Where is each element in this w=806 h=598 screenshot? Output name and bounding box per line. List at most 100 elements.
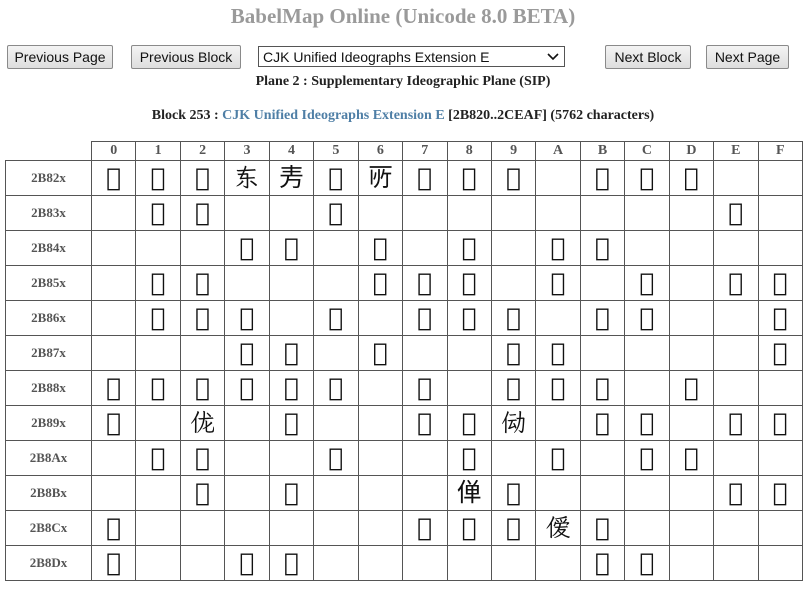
character-cell[interactable]: 𫡒 bbox=[179, 265, 226, 301]
next-block-button[interactable]: Next Block bbox=[605, 45, 691, 69]
character-cell[interactable]: 𫡄 bbox=[268, 230, 315, 266]
character-cell[interactable]: 𫢄 bbox=[268, 370, 315, 406]
character-cell[interactable]: 𫣈 bbox=[446, 510, 492, 546]
character-cell[interactable]: 𫠡 bbox=[135, 160, 181, 196]
character-cell[interactable]: 𫢀 bbox=[90, 370, 137, 406]
character-cell[interactable]: 𫢴 bbox=[268, 475, 315, 511]
character-cell[interactable]: 𫡫 bbox=[579, 300, 626, 336]
character-cell[interactable]: 𫢔 bbox=[268, 405, 315, 441]
character-cell[interactable]: 𫢙 bbox=[490, 405, 537, 441]
character-cell[interactable]: 𫡩 bbox=[490, 300, 537, 336]
character-cell[interactable]: 𫡶 bbox=[357, 335, 404, 371]
character-cell[interactable]: 𫢸 bbox=[446, 475, 492, 511]
character-cell[interactable]: 𫠦 bbox=[357, 160, 404, 196]
block-select[interactable]: CJK Unified Ideographs Extension E bbox=[258, 46, 565, 67]
character-cell[interactable]: 𫢾 bbox=[713, 475, 759, 511]
character-cell[interactable]: 𫢨 bbox=[446, 440, 492, 476]
character-cell[interactable]: 𫠣 bbox=[224, 160, 270, 196]
character-cell[interactable]: 𫢗 bbox=[402, 405, 448, 441]
next-page-button[interactable]: Next Page bbox=[706, 45, 789, 69]
character-cell[interactable]: 𫢒 bbox=[179, 405, 226, 441]
character-cell[interactable]: 𫠬 bbox=[624, 160, 670, 196]
character-cell[interactable]: 𫢂 bbox=[179, 370, 226, 406]
character-cell[interactable]: 𫠨 bbox=[446, 160, 492, 196]
character-cell[interactable]: 𫡋 bbox=[579, 230, 626, 266]
character-cell[interactable]: 𫡈 bbox=[446, 230, 492, 266]
character-cell[interactable]: 𫢊 bbox=[535, 370, 581, 406]
character-cell[interactable]: 𫢇 bbox=[402, 370, 448, 406]
character-cell[interactable]: 𫡡 bbox=[135, 300, 181, 336]
character-cell[interactable]: 𫡴 bbox=[268, 335, 315, 371]
character-cell[interactable]: 𫡊 bbox=[535, 230, 581, 266]
previous-page-button[interactable]: Previous Page bbox=[7, 45, 113, 69]
previous-block-button[interactable]: Previous Block bbox=[131, 45, 241, 69]
character-cell[interactable]: 𫠱 bbox=[135, 195, 181, 231]
character-cell[interactable]: 𫢐 bbox=[90, 405, 137, 441]
character-cell[interactable]: 𫡑 bbox=[135, 265, 181, 301]
character-cell[interactable]: 𫢛 bbox=[579, 405, 626, 441]
character-cell[interactable]: 𫡺 bbox=[535, 335, 581, 371]
character-cell[interactable]: 𫠭 bbox=[668, 160, 715, 196]
character-cell[interactable]: 𫢍 bbox=[668, 370, 715, 406]
character-cell[interactable]: 𫡢 bbox=[179, 300, 226, 336]
character-cell[interactable]: 𫣊 bbox=[535, 510, 581, 546]
character-cell[interactable]: 𫣔 bbox=[268, 545, 315, 581]
character-cell[interactable]: 𫣓 bbox=[224, 545, 270, 581]
character-cell[interactable]: 𫣋 bbox=[579, 510, 626, 546]
character-cell[interactable]: 𫣜 bbox=[624, 545, 670, 581]
character-cell[interactable]: 𫢥 bbox=[313, 440, 359, 476]
character-cell[interactable]: 𫢞 bbox=[713, 405, 759, 441]
character-cell[interactable]: 𫠵 bbox=[313, 195, 359, 231]
character-cell[interactable]: 𫠧 bbox=[402, 160, 448, 196]
character-cell[interactable]: 𫢲 bbox=[179, 475, 226, 511]
character-cell[interactable]: 𫢭 bbox=[668, 440, 715, 476]
character-cell[interactable]: 𫢹 bbox=[490, 475, 537, 511]
character-cell[interactable]: 𫡞 bbox=[713, 265, 759, 301]
character-cell[interactable]: 𫣐 bbox=[90, 545, 137, 581]
character-cell[interactable]: 𫡹 bbox=[490, 335, 537, 371]
character-cell[interactable]: 𫡃 bbox=[224, 230, 270, 266]
character-cell[interactable]: 𫢟 bbox=[757, 405, 804, 441]
character-cell[interactable]: 𫠢 bbox=[179, 160, 226, 196]
character-cell[interactable]: 𫢋 bbox=[579, 370, 626, 406]
block-info: Block 253 : CJK Unified Ideographs Exten… bbox=[0, 108, 806, 124]
block-name-link[interactable]: CJK Unified Ideographs Extension E bbox=[222, 108, 444, 123]
character-cell[interactable]: 𫣇 bbox=[402, 510, 448, 546]
character-cell[interactable]: 𫡜 bbox=[624, 265, 670, 301]
character-cell[interactable]: 𫢉 bbox=[490, 370, 537, 406]
character-cell[interactable]: 𫣛 bbox=[579, 545, 626, 581]
character-cell[interactable]: 𫡣 bbox=[224, 300, 270, 336]
character-cell[interactable]: 𫠤 bbox=[268, 160, 315, 196]
character-cell[interactable]: 𫡳 bbox=[224, 335, 270, 371]
character-cell[interactable]: 𫡘 bbox=[446, 265, 492, 301]
character-cell[interactable]: 𫢪 bbox=[535, 440, 581, 476]
character-cell[interactable]: 𫡿 bbox=[757, 335, 804, 371]
character-cell[interactable]: 𫠲 bbox=[179, 195, 226, 231]
character-cell[interactable]: 𫡖 bbox=[357, 265, 404, 301]
character-cell[interactable]: 𫣀 bbox=[90, 510, 137, 546]
character-cell[interactable]: 𫡬 bbox=[624, 300, 670, 336]
character-cell[interactable]: 𫠫 bbox=[579, 160, 626, 196]
character-cell[interactable]: 𫢜 bbox=[624, 405, 670, 441]
character-cell[interactable]: 𫢘 bbox=[446, 405, 492, 441]
character-cell[interactable]: 𫡧 bbox=[402, 300, 448, 336]
character-cell[interactable]: 𫢃 bbox=[224, 370, 270, 406]
character-cell[interactable]: 𫡚 bbox=[535, 265, 581, 301]
character-cell[interactable]: 𫠠 bbox=[90, 160, 137, 196]
character-cell[interactable]: 𫡨 bbox=[446, 300, 492, 336]
character-cell[interactable]: 𫠥 bbox=[313, 160, 359, 196]
character-cell[interactable]: 𫢁 bbox=[135, 370, 181, 406]
character-cell[interactable]: 𫡯 bbox=[757, 300, 804, 336]
character-cell[interactable]: 𫡆 bbox=[357, 230, 404, 266]
character-cell[interactable]: 𫠾 bbox=[713, 195, 759, 231]
character-cell[interactable]: 𫠩 bbox=[490, 160, 537, 196]
character-cell[interactable]: 𫢢 bbox=[179, 440, 226, 476]
character-cell[interactable]: 𫡟 bbox=[757, 265, 804, 301]
character-cell[interactable]: 𫢡 bbox=[135, 440, 181, 476]
character-cell[interactable]: 𫢬 bbox=[624, 440, 670, 476]
character-cell[interactable]: 𫡥 bbox=[313, 300, 359, 336]
character-cell[interactable]: 𫣉 bbox=[490, 510, 537, 546]
character-cell[interactable]: 𫢅 bbox=[313, 370, 359, 406]
character-cell[interactable]: 𫡗 bbox=[402, 265, 448, 301]
character-cell[interactable]: 𫢿 bbox=[757, 475, 804, 511]
